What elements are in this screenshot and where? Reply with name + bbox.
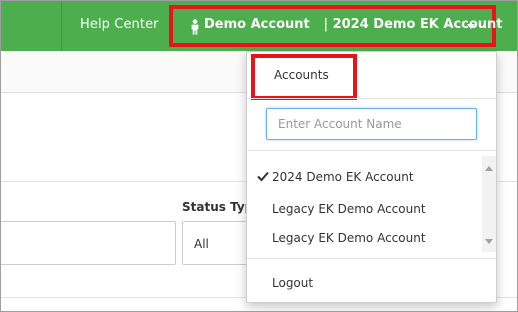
accounts-menu-label: Accounts (274, 68, 329, 82)
person-icon (191, 19, 199, 35)
accounts-menu-item[interactable]: Accounts (251, 54, 357, 100)
caret-down-icon (467, 24, 475, 29)
scroll-up-arrow-icon[interactable] (485, 166, 493, 171)
menu-divider (247, 98, 496, 99)
account-list-scrollbar[interactable] (482, 156, 496, 252)
menu-divider (247, 258, 496, 259)
account-option[interactable]: Legacy EK Demo Account (247, 225, 482, 253)
logout-menu-item[interactable]: Logout (272, 276, 313, 290)
scroll-down-arrow-icon[interactable] (485, 239, 493, 244)
checkmark-icon (257, 171, 269, 182)
top-navigation-bar: Help Center Demo Account | 2024 Demo EK … (1, 1, 517, 51)
menu-divider (247, 150, 496, 151)
account-dropdown-menu: Accounts 2024 Demo EK Account Legacy EK … (246, 51, 497, 303)
account-dropdown-toggle[interactable]: Demo Account | 2024 Demo EK Account (169, 5, 503, 47)
account-option-label: Legacy EK Demo Account (272, 202, 426, 216)
account-option-label: Legacy EK Demo Account (272, 231, 426, 245)
nav-divider (61, 1, 62, 51)
account-list: 2024 Demo EK Account Legacy EK Demo Acco… (247, 156, 496, 252)
app-window: Help Center Demo Account | 2024 Demo EK … (0, 0, 518, 312)
status-type-label: Status Typ (182, 200, 254, 214)
filter-input[interactable] (1, 221, 176, 265)
status-type-value: All (194, 237, 209, 251)
account-option[interactable]: Legacy EK Demo Account (247, 196, 482, 224)
account-toggle-label: Demo Account | 2024 Demo EK Account (204, 17, 503, 32)
account-option-label: 2024 Demo EK Account (272, 170, 414, 184)
account-option-selected[interactable]: 2024 Demo EK Account (247, 164, 482, 192)
help-center-link[interactable]: Help Center (80, 17, 159, 32)
account-search-input[interactable] (266, 108, 477, 140)
